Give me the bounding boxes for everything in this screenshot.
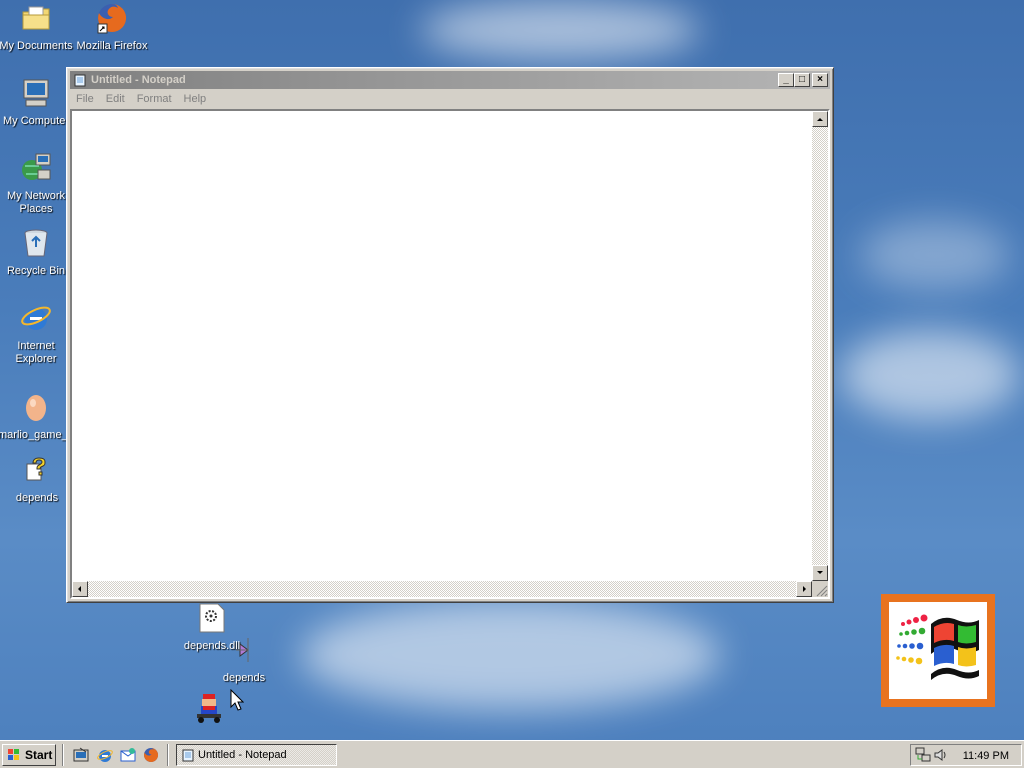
scroll-left-button[interactable] (72, 581, 88, 597)
start-label: Start (25, 748, 53, 762)
firefox-icon (97, 3, 127, 34)
desktop-icon-depends-shortcut[interactable]: depends (206, 634, 282, 685)
windows-flag-icon (896, 614, 979, 680)
desktop-icon-internet-explorer[interactable]: Internet Explorer (0, 302, 74, 366)
arrow-right-icon (803, 586, 806, 592)
desktop-icon-firefox[interactable]: Mozilla Firefox (74, 2, 150, 53)
show-desktop-icon[interactable] (73, 747, 89, 763)
desktop-icon-label: depends (15, 492, 59, 504)
dll-file-icon (199, 603, 225, 633)
clock[interactable]: 11:49 PM (963, 750, 1009, 762)
cloud (420, 0, 700, 60)
menu-edit[interactable]: Edit (100, 93, 131, 105)
menu-bar: File Edit Format Help (70, 90, 830, 108)
desktop-icon-label: My Network Places (6, 190, 66, 215)
arrow-down-icon (817, 571, 823, 574)
desktop-icon-label: My Documents (0, 40, 73, 52)
depends-shortcut-icon (236, 638, 249, 662)
menu-file[interactable]: File (70, 93, 100, 105)
cloud (840, 330, 1020, 420)
computer-icon (23, 79, 49, 107)
window-title: Untitled - Notepad (91, 74, 186, 86)
notepad-window[interactable]: Untitled - Notepad _ □ × File Edit Forma… (66, 67, 834, 603)
system-tray: 11:49 PM (910, 744, 1022, 766)
desktop-icon-network[interactable]: My Network Places (0, 152, 74, 216)
windows-logo-box (881, 594, 995, 707)
folder-documents-icon (22, 6, 50, 30)
arrow-up-icon (817, 118, 823, 121)
scroll-down-button[interactable] (812, 565, 828, 581)
notepad-icon (182, 749, 194, 762)
scroll-right-button[interactable] (796, 581, 812, 597)
desktop-icon-label: depends (222, 672, 266, 684)
cloud (860, 220, 1010, 290)
scroll-up-button[interactable] (812, 111, 828, 127)
notepad-titlebar[interactable]: Untitled - Notepad _ □ × (70, 71, 830, 89)
taskbar-separator (62, 744, 64, 766)
help-icon (26, 457, 46, 481)
desktop-icon-depends[interactable]: depends (0, 454, 75, 505)
taskbar: Start Untitled - Notepad 11:49 PM (0, 740, 1024, 768)
vertical-scrollbar[interactable] (812, 111, 828, 581)
desktop-icon-recycle-bin[interactable]: Recycle Bin (0, 227, 74, 278)
taskbar-button-label: Untitled - Notepad (198, 749, 287, 761)
mouse-cursor-icon (230, 689, 244, 711)
network-tray-icon[interactable] (915, 747, 931, 763)
maximize-button[interactable]: □ (794, 73, 810, 87)
desktop-icon-label: Internet Explorer (15, 340, 57, 365)
ie-icon (21, 306, 51, 330)
desktop-icon-label: Recycle Bin (6, 265, 66, 277)
close-button[interactable]: × (812, 73, 828, 87)
desktop-icon-my-documents[interactable]: My Documents (0, 2, 74, 53)
start-button[interactable]: Start (2, 744, 56, 766)
resize-grip-icon (816, 585, 828, 597)
cloud (300, 600, 720, 710)
horizontal-scrollbar[interactable] (72, 581, 812, 597)
taskbar-button-notepad[interactable]: Untitled - Notepad (176, 744, 337, 766)
menu-help[interactable]: Help (178, 93, 213, 105)
recycle-bin-icon (24, 229, 48, 257)
desktop-icon-marlio-game[interactable]: marlio_game_leaned (0, 391, 101, 442)
mario-sprite-icon[interactable] (195, 692, 225, 724)
text-editor[interactable] (70, 109, 830, 599)
notepad-icon (74, 74, 86, 87)
resize-grip[interactable] (812, 581, 828, 597)
menu-format[interactable]: Format (131, 93, 178, 105)
ie-quicklaunch-icon[interactable] (97, 747, 113, 763)
arrow-left-icon (78, 586, 81, 592)
taskbar-separator (167, 744, 169, 766)
desktop-icon-my-computer[interactable]: My Computer (0, 77, 74, 128)
desktop-icon-label: marlio_game_leaned (0, 429, 101, 441)
desktop-icon-label: Mozilla Firefox (76, 40, 148, 52)
network-icon (22, 153, 51, 180)
outlook-express-icon[interactable] (120, 747, 136, 763)
firefox-quicklaunch-icon[interactable] (143, 747, 159, 763)
volume-icon[interactable] (933, 747, 949, 763)
minimize-button[interactable]: _ (778, 73, 794, 87)
egg-icon (26, 395, 46, 421)
windows-start-icon (8, 749, 19, 760)
desktop-icon-label: My Computer (2, 115, 70, 127)
